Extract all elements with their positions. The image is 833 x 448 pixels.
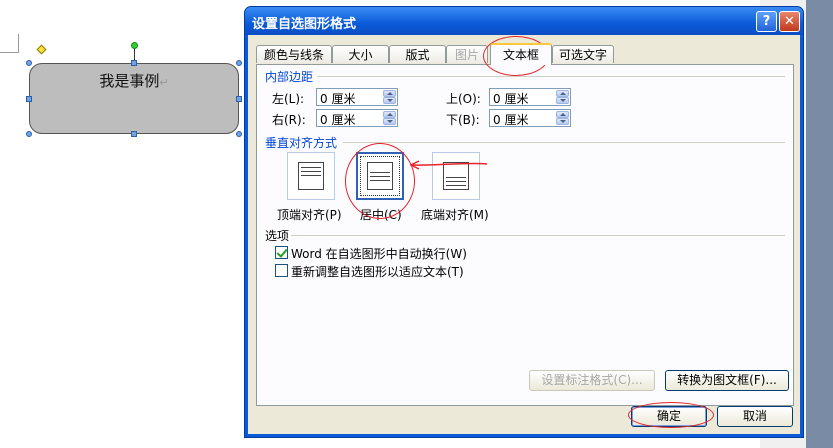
shape-text-content: 我是事例 bbox=[99, 72, 160, 90]
tab-size[interactable]: 大小 bbox=[332, 45, 389, 63]
paragraph-mark: ↵ bbox=[159, 76, 169, 89]
dialog-titlebar[interactable]: 设置自选图形格式 ? ✕ bbox=[245, 7, 803, 35]
annotation-circle-ok-button bbox=[628, 402, 714, 428]
resize-shape-label[interactable]: 重新调整自选图形以适应文本(T) bbox=[291, 263, 464, 280]
left-margin-value: 0 厘米 bbox=[320, 92, 356, 106]
help-button[interactable]: ? bbox=[756, 11, 777, 32]
spin-down-icon[interactable] bbox=[556, 118, 569, 125]
word-wrap-checkbox[interactable] bbox=[275, 246, 288, 259]
group-divider bbox=[291, 235, 785, 236]
tab-colors-lines[interactable]: 颜色与线条 bbox=[256, 45, 332, 63]
resize-handle-top-right[interactable] bbox=[236, 60, 242, 66]
options-group-label: 选项 bbox=[265, 229, 290, 243]
spin-down-icon[interactable] bbox=[556, 97, 569, 104]
resize-handle-left[interactable] bbox=[26, 96, 32, 102]
shape-text[interactable]: 我是事例↵ bbox=[30, 70, 238, 91]
spin-down-icon[interactable] bbox=[383, 118, 396, 125]
convert-to-frame-button[interactable]: 转换为图文框(F)... bbox=[665, 370, 789, 391]
textbox-tab-panel: 内部边距 左(L): 0 厘米 上(O): 0 厘米 右(R): 0 厘米 下(… bbox=[256, 64, 794, 406]
rotation-handle[interactable] bbox=[131, 42, 138, 49]
align-top-icon bbox=[298, 162, 324, 190]
spin-up-icon[interactable] bbox=[383, 111, 396, 118]
group-divider bbox=[317, 76, 785, 77]
bottom-margin-label: 下(B): bbox=[446, 113, 480, 127]
tab-layout[interactable]: 版式 bbox=[389, 45, 446, 63]
dialog-client-area: 颜色与线条 大小 版式 图片 文本框 可选文字 内部边距 左(L): 0 厘米 … bbox=[248, 35, 800, 434]
resize-handle-top-left[interactable] bbox=[26, 60, 32, 66]
annotation-circle-center-option bbox=[345, 143, 415, 219]
top-margin-label: 上(O): bbox=[446, 92, 481, 106]
tab-picture: 图片 bbox=[446, 45, 488, 63]
close-button[interactable]: ✕ bbox=[779, 11, 800, 32]
tab-textbox[interactable]: 文本框 bbox=[490, 43, 552, 65]
page-margin-marker bbox=[0, 34, 19, 53]
bottom-margin-value: 0 厘米 bbox=[493, 113, 529, 127]
internal-margin-group-label: 内部边距 bbox=[265, 70, 314, 84]
spin-up-icon[interactable] bbox=[556, 111, 569, 118]
resize-shape-checkbox[interactable] bbox=[275, 264, 288, 277]
resize-handle-bottom[interactable] bbox=[131, 131, 137, 137]
right-margin-spinner[interactable]: 0 厘米 bbox=[316, 109, 398, 127]
annotation-arrow bbox=[409, 160, 488, 170]
resize-handle-bottom-left[interactable] bbox=[26, 131, 32, 137]
top-margin-spinner[interactable]: 0 厘米 bbox=[489, 88, 571, 106]
desktop-background bbox=[806, 0, 833, 448]
align-top-label: 顶端对齐(P) bbox=[277, 208, 342, 222]
vertical-alignment-group-label: 垂直对齐方式 bbox=[265, 136, 338, 150]
dialog-title: 设置自选图形格式 bbox=[252, 17, 357, 32]
spin-up-icon[interactable] bbox=[556, 90, 569, 97]
left-margin-spinner[interactable]: 0 厘米 bbox=[316, 88, 398, 106]
callout-format-button: 设置标注格式(C)... bbox=[529, 370, 655, 391]
spin-down-icon[interactable] bbox=[383, 97, 396, 104]
resize-handle-bottom-right[interactable] bbox=[236, 131, 242, 137]
align-top-option[interactable] bbox=[287, 152, 335, 200]
top-margin-value: 0 厘米 bbox=[493, 92, 529, 106]
spin-up-icon[interactable] bbox=[383, 90, 396, 97]
group-divider bbox=[343, 142, 785, 143]
resize-handle-top[interactable] bbox=[131, 60, 137, 66]
left-margin-label: 左(L): bbox=[272, 92, 305, 106]
right-margin-label: 右(R): bbox=[272, 113, 306, 127]
right-margin-value: 0 厘米 bbox=[320, 113, 356, 127]
bottom-margin-spinner[interactable]: 0 厘米 bbox=[489, 109, 571, 127]
adjust-handle[interactable] bbox=[36, 44, 47, 55]
document-canvas: 我是事例↵ bbox=[0, 0, 245, 448]
rounded-rectangle-shape[interactable]: 我是事例↵ bbox=[29, 63, 239, 134]
align-bottom-label: 底端对齐(M) bbox=[421, 208, 489, 222]
word-wrap-label[interactable]: Word 在自选图形中自动换行(W) bbox=[291, 245, 467, 262]
resize-handle-right[interactable] bbox=[236, 96, 242, 102]
tab-alt-text[interactable]: 可选文字 bbox=[552, 45, 614, 63]
cancel-button[interactable]: 取消 bbox=[717, 406, 793, 427]
